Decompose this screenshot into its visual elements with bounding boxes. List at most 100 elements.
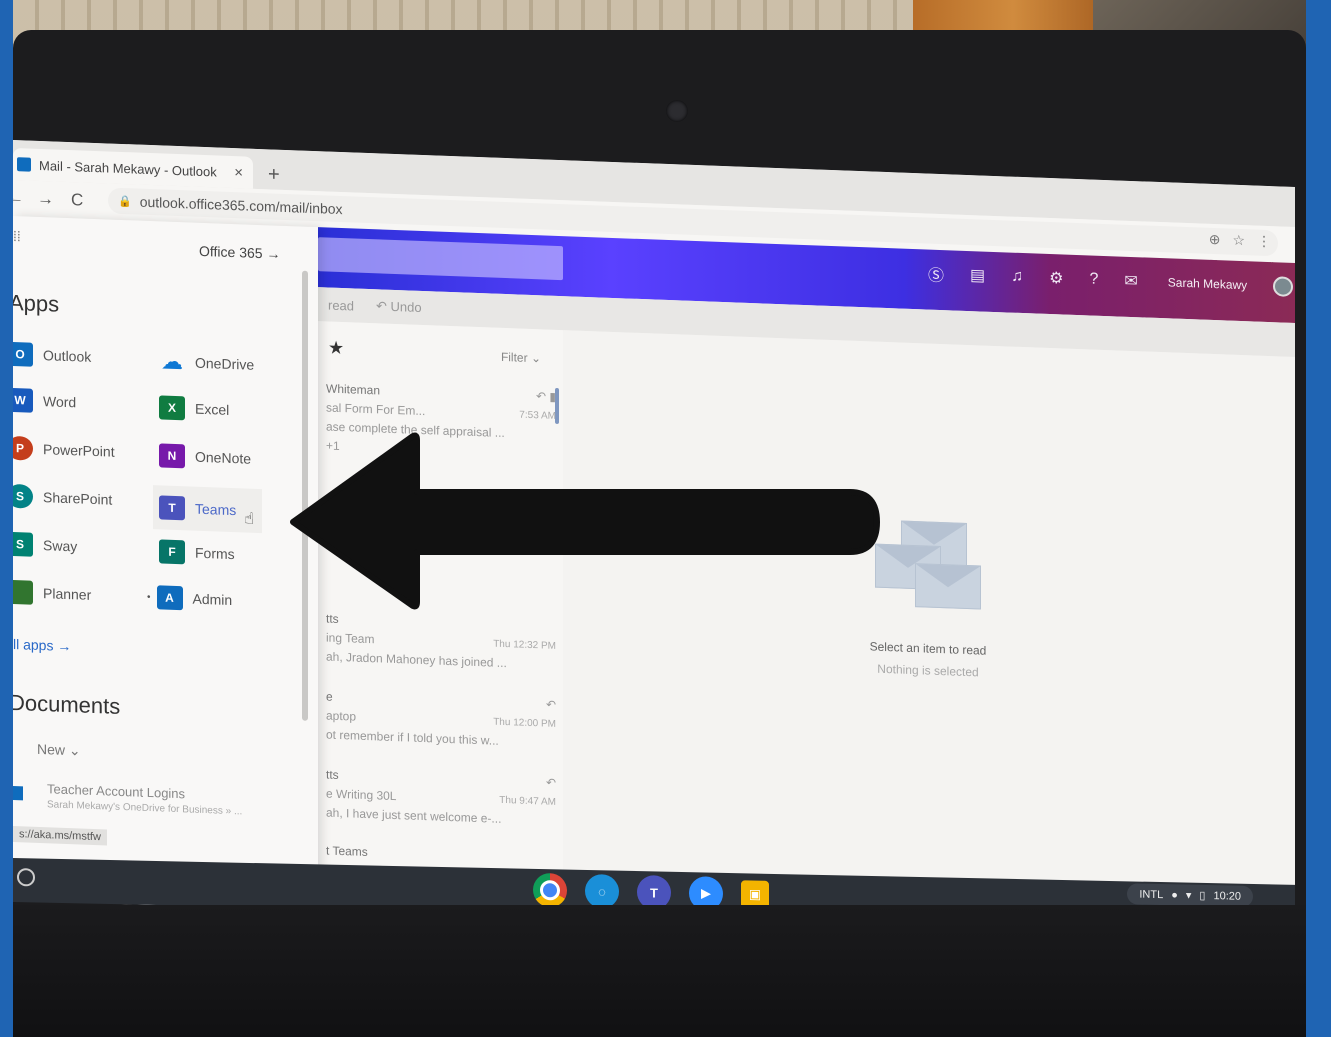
app-launcher-waffle-icon[interactable]: ⁞⁞ (13, 228, 21, 244)
app-admin[interactable]: • A Admin (147, 585, 232, 612)
document-file-icon (13, 786, 23, 801)
new-tab-button[interactable]: + (268, 163, 280, 186)
app-label: Word (43, 393, 77, 411)
app-label: Sway (43, 537, 78, 555)
app-teams[interactable]: T Teams ☝ (153, 485, 262, 534)
settings-gear-icon[interactable]: ⚙ (1049, 268, 1063, 289)
status-bar-url: s://aka.ms/mstfw (13, 826, 107, 846)
app-label: PowerPoint (43, 441, 115, 460)
recent-document-path: Sarah Mekawy's OneDrive for Business » .… (47, 799, 243, 818)
app-sway[interactable]: S Sway (13, 531, 78, 559)
bullet-dot: • (147, 591, 151, 603)
undo-label: Undo (390, 298, 422, 315)
whats-new-icon[interactable]: ✉ (1124, 271, 1137, 291)
message-time: Thu 12:00 PM (493, 716, 556, 730)
message-time: Thu 12:32 PM (493, 638, 556, 652)
app-label: Teams (195, 500, 237, 519)
app-label: Forms (195, 544, 235, 563)
app-label: Admin (192, 590, 233, 609)
photo-frame: Mail - Sarah Mekawy - Outlook × + – ▫ × … (13, 0, 1306, 1037)
tab-title: Mail - Sarah Mekawy - Outlook (39, 157, 217, 179)
message-time: Thu 9:47 AM (499, 794, 556, 808)
app-label: SharePoint (43, 489, 113, 508)
new-document-button[interactable]: New ⌄ (37, 741, 81, 760)
notifications-icon[interactable]: ♫ (1011, 268, 1023, 286)
app-excel[interactable]: X Excel (159, 395, 229, 422)
sharepoint-icon: S (13, 483, 33, 509)
app-onedrive[interactable]: ☁ OneDrive (159, 348, 255, 376)
app-label: OneDrive (195, 354, 255, 373)
message-list: ★ Filter ⌄ Whiteman ↶ ▮ sal Form For Em..… (318, 321, 564, 921)
chrome-icon[interactable] (533, 872, 567, 908)
message-sender: Whiteman (326, 381, 381, 398)
message-sender: e (326, 689, 333, 704)
help-icon[interactable]: ? (1089, 270, 1098, 288)
address-url: outlook.office365.com/mail/inbox (139, 193, 343, 218)
extension-icon[interactable]: ⊕ (1209, 231, 1233, 248)
user-name[interactable]: Sarah Mekawy (1168, 275, 1247, 292)
teams-icon: T (159, 495, 185, 521)
app-launcher-panel: ⁞⁞ Office 365 → Apps O Outlook W Word P … (13, 216, 318, 912)
documents-heading: Documents (13, 689, 121, 719)
input-method: INTL (1139, 888, 1164, 901)
undo-button[interactable]: ↶ Undo (376, 298, 422, 316)
onenote-icon: N (159, 443, 185, 469)
clock: 10:20 (1213, 889, 1241, 903)
launcher-circle-icon[interactable] (17, 868, 35, 887)
message-sender: t Teams (326, 843, 368, 860)
app-forms[interactable]: F Forms (159, 539, 235, 566)
message-sender: tts (326, 611, 339, 626)
header-actions: Ⓢ ▤ ♫ ⚙ ? ✉ Sarah Mekawy (928, 262, 1294, 299)
reading-pane-title: Select an item to read (869, 639, 987, 658)
recent-document-title[interactable]: Teacher Account Logins (47, 781, 185, 801)
all-apps-link[interactable]: ll apps → (13, 636, 71, 654)
forward-button[interactable]: → (37, 189, 54, 210)
account-icon: ● (1171, 888, 1178, 901)
my-day-icon[interactable]: ▤ (970, 265, 985, 286)
outlook-icon: O (13, 341, 33, 367)
wifi-icon: ▾ (1185, 889, 1192, 902)
office365-link[interactable]: Office 365 → (199, 243, 280, 262)
app-powerpoint[interactable]: P PowerPoint (13, 435, 115, 464)
envelopes-icon (875, 520, 985, 614)
app-sharepoint[interactable]: S SharePoint (13, 483, 113, 512)
system-tray[interactable]: INTL ● ▾ ▯ 10:20 (1127, 883, 1253, 907)
search-input[interactable] (318, 237, 563, 281)
omnibox-actions[interactable]: ⊕☆⋮ (1209, 231, 1283, 251)
skype-icon[interactable]: Ⓢ (928, 262, 944, 287)
avatar[interactable] (1273, 276, 1294, 297)
chat-icon[interactable]: ◌ (585, 873, 619, 909)
message-subject: ing Team (326, 630, 375, 647)
focused-star-icon[interactable]: ★ (328, 338, 344, 360)
outlook-favicon-icon (17, 157, 31, 172)
word-icon: W (13, 387, 33, 413)
list-item[interactable]: e ↶ aptop Thu 12:00 PM ot remember if I to… (326, 687, 556, 752)
app-onenote[interactable]: N OneNote (159, 443, 251, 470)
admin-icon: A (156, 585, 183, 611)
bookmark-star-icon[interactable]: ☆ (1232, 232, 1257, 249)
app-word[interactable]: W Word (13, 387, 77, 415)
battery-icon: ▯ (1199, 889, 1206, 902)
undo-icon: ↶ (376, 298, 391, 314)
hand-cursor-icon: ☝ (244, 510, 254, 528)
reply-icon: ↶ (545, 697, 556, 712)
app-label: Excel (195, 400, 230, 418)
chrome-menu-icon[interactable]: ⋮ (1257, 233, 1283, 250)
filter-button[interactable]: Filter ⌄ (501, 350, 541, 365)
mark-read-button[interactable]: read (328, 297, 354, 313)
app-planner[interactable]: Planner (13, 579, 92, 607)
app-outlook[interactable]: O Outlook (13, 341, 92, 369)
excel-icon: X (159, 395, 185, 421)
list-item[interactable]: tts ing Team Thu 12:32 PM ah, Jradon Maho… (326, 609, 556, 674)
reply-icon: ↶ (545, 775, 556, 790)
tab-close-icon[interactable]: × (234, 164, 243, 181)
reload-button[interactable]: C (71, 190, 83, 210)
back-button[interactable]: ← (13, 188, 24, 209)
lock-icon: 🔒 (118, 195, 132, 208)
laptop-bottom-bezel (13, 905, 1306, 1037)
list-item[interactable]: tts ↶ e Writing 30L Thu 9:47 AM ah, I have… (326, 765, 556, 830)
app-label: Outlook (43, 347, 92, 365)
filter-label: Filter (500, 349, 528, 365)
app-label: Planner (43, 585, 92, 603)
message-subject: e Writing 30L (326, 786, 397, 804)
